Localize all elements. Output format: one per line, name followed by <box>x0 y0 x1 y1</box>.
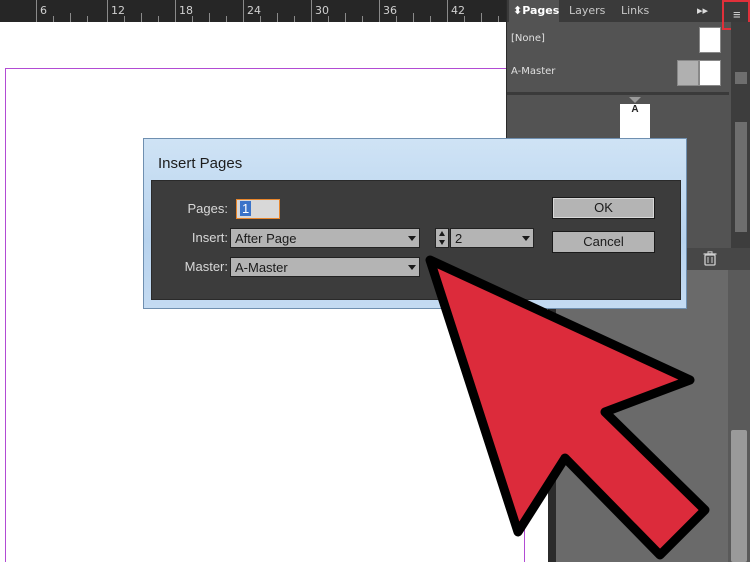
ok-button[interactable]: OK <box>552 197 655 219</box>
scrollbar-thumb[interactable] <box>731 430 747 562</box>
scrollbar-thumb[interactable] <box>735 122 747 232</box>
scroll-up-icon[interactable] <box>735 72 747 84</box>
master-label: [None] <box>511 33 545 44</box>
expand-icon: ⬍ <box>513 4 523 17</box>
pasteboard <box>556 270 750 562</box>
panel-scrollbar[interactable] <box>731 22 750 270</box>
ruler-number: 42 <box>451 4 465 17</box>
stepper-down-icon[interactable] <box>439 240 445 245</box>
page-thumbnail-label: A <box>631 104 639 115</box>
stepper-up-icon[interactable] <box>439 231 445 236</box>
master-label: A-Master <box>511 66 556 77</box>
dialog-title: Insert Pages <box>158 155 243 172</box>
master-thumbnail <box>699 27 721 53</box>
page-number-value: 2 <box>455 231 463 246</box>
tab-links[interactable]: Links <box>621 0 649 22</box>
insert-label: Insert: <box>191 230 228 245</box>
ruler-tick <box>107 0 108 22</box>
cancel-button[interactable]: Cancel <box>552 231 655 253</box>
tab-pages-label: Pages <box>522 4 560 17</box>
pages-input-value: 1 <box>240 201 252 216</box>
ruler-tick <box>243 0 244 22</box>
insert-pages-dialog: Insert Pages Pages: 1 Insert: After Page… <box>143 138 687 309</box>
dialog-body: Pages: 1 Insert: After Page 2 Master: A-… <box>151 180 681 300</box>
ruler-tick <box>311 0 312 22</box>
panel-tab-bar: ⬍Pages Layers Links ▸▸ <box>507 0 750 22</box>
ruler-tick <box>36 0 37 22</box>
master-item-none[interactable]: [None] <box>507 24 727 54</box>
ruler-number: 12 <box>111 4 125 17</box>
insert-select[interactable]: After Page <box>230 228 420 248</box>
chevron-down-icon <box>408 265 416 270</box>
page-marker-icon <box>629 97 641 103</box>
master-select-value: A-Master <box>235 260 288 275</box>
ruler-number: 30 <box>315 4 329 17</box>
ruler-tick <box>379 0 380 22</box>
horizontal-ruler: 6 12 18 24 30 36 42 <box>0 0 506 22</box>
pages-label: Pages: <box>187 201 228 216</box>
panel-divider[interactable] <box>507 92 729 95</box>
master-thumbnail-right <box>699 60 721 86</box>
tab-pages[interactable]: ⬍Pages <box>509 0 559 22</box>
tab-layers[interactable]: Layers <box>569 0 605 22</box>
ruler-number: 6 <box>40 4 47 17</box>
master-thumbnail-left <box>677 60 699 86</box>
ruler-number: 36 <box>383 4 397 17</box>
pages-input[interactable]: 1 <box>236 199 280 219</box>
ruler-number: 18 <box>179 4 193 17</box>
panel-menu-icon: ≡ <box>733 7 741 22</box>
trash-icon[interactable] <box>703 251 717 266</box>
ruler-tick <box>175 0 176 22</box>
master-item-a[interactable]: A-Master <box>507 57 727 87</box>
collapse-arrows-icon[interactable]: ▸▸ <box>697 4 708 17</box>
insert-select-value: After Page <box>235 231 297 246</box>
master-label: Master: <box>184 259 228 274</box>
master-select[interactable]: A-Master <box>230 257 420 277</box>
chevron-down-icon <box>522 236 530 241</box>
ruler-tick <box>447 0 448 22</box>
ruler-number: 24 <box>247 4 261 17</box>
chevron-down-icon <box>408 236 416 241</box>
page-number-select[interactable]: 2 <box>450 228 534 248</box>
page-number-stepper[interactable] <box>435 228 449 248</box>
